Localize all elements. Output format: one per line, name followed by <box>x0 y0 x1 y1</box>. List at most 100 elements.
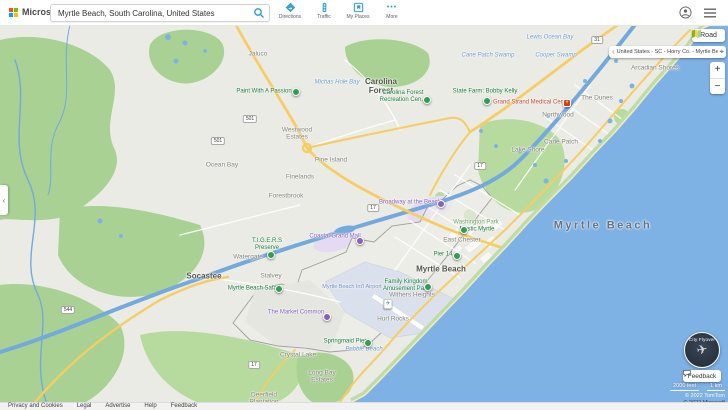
map-label: Hurl Rocks <box>377 315 409 322</box>
map-label: Arcadian Shores <box>631 64 679 71</box>
map-label: Washington Park <box>453 220 498 227</box>
directions-label: Directions <box>277 14 303 20</box>
map-style-road-button[interactable]: Road <box>692 29 725 42</box>
route-shield: 501 <box>243 115 257 123</box>
footer-link-feedback[interactable]: Feedback <box>171 403 197 410</box>
map-label: Long Bay Estates <box>308 370 335 385</box>
map-label: Pine Island <box>315 156 347 163</box>
breadcrumb-path[interactable]: United States - SC - Horry Co. - Myrtle … <box>617 49 719 55</box>
directions-icon <box>277 2 303 13</box>
search-input[interactable] <box>51 9 253 18</box>
city-flyover-badge[interactable]: City Flyover ✈ <box>684 332 720 368</box>
map-label: Grand Strand Medical Center <box>493 100 571 107</box>
breadcrumb-back-icon[interactable]: ‹ <box>612 47 615 56</box>
poi-marker-green[interactable] <box>423 96 431 104</box>
poi-marker-green[interactable] <box>292 88 300 96</box>
map-label: Stalvey <box>260 272 281 279</box>
map-label: Paint With A Passion <box>236 89 291 96</box>
map-label: Pier 14 <box>433 252 452 259</box>
poi-marker-purple[interactable] <box>323 313 331 321</box>
route-shield: 544 <box>61 306 75 314</box>
search-box[interactable] <box>50 4 270 22</box>
poi-marker-green[interactable] <box>453 252 461 260</box>
road-button-label: Road <box>700 32 717 39</box>
poi-marker-green[interactable] <box>424 283 432 291</box>
map-label: The Dunes <box>581 94 613 101</box>
airplane-icon: ✈ <box>684 340 720 360</box>
traffic-button[interactable]: Traffic <box>311 2 337 20</box>
microsoft-logo-icon <box>9 8 18 17</box>
map-label: Watergate <box>233 253 263 260</box>
zoom-control: + − <box>710 62 725 94</box>
poi-marker-green[interactable] <box>364 339 372 347</box>
map-label: Finelands <box>286 173 314 180</box>
bing-maps-page: { "topbar": { "logo_text": "Microsoft Bi… <box>0 0 728 410</box>
route-shield: 501 <box>211 137 225 145</box>
route-shield: 17 <box>474 162 486 170</box>
map-label: Lake Shore <box>511 146 544 153</box>
side-panel-toggle[interactable]: ‹ <box>0 185 8 215</box>
locate-me-icon[interactable]: ⌖ <box>719 47 724 57</box>
route-shield: 17 <box>367 204 379 212</box>
map-label: Ocean Bay <box>206 161 238 168</box>
map-label: Northwood <box>542 111 573 118</box>
footer-link-advertise[interactable]: Advertise <box>105 403 130 410</box>
more-label: More <box>379 14 405 20</box>
my-places-label: My Places <box>345 14 371 20</box>
breadcrumb[interactable]: ‹ United States - SC - Horry Co. - Myrtl… <box>609 46 726 58</box>
footer-link-help[interactable]: Help <box>144 403 156 410</box>
my-places-icon <box>345 2 371 13</box>
footer-link-privacy[interactable]: Privacy and Cookies <box>8 403 63 410</box>
road-style-icon <box>692 29 701 38</box>
map-label: Myrtle Beach Int'l Airport <box>322 284 381 290</box>
traffic-label: Traffic <box>311 14 337 20</box>
poi-marker-plane[interactable]: ✈ <box>383 299 392 309</box>
top-bar: Microsoft Bing Directions Traffic My Pla… <box>0 0 728 26</box>
speech-bubble-icon <box>683 370 691 377</box>
sign-in-icon[interactable] <box>679 6 692 19</box>
poi-marker-green[interactable] <box>267 251 275 259</box>
map-label: Withers Heights <box>389 291 435 298</box>
menu-icon[interactable] <box>704 8 716 18</box>
map-label: Forestbrook <box>269 192 304 199</box>
more-icon: ••• <box>379 2 405 13</box>
footer-link-legal[interactable]: Legal <box>77 403 92 410</box>
route-shield: 31 <box>591 36 603 44</box>
map-label: Lewis Ocean Bay <box>527 35 574 42</box>
map-label: Cane Patch <box>544 138 578 145</box>
poi-marker-green[interactable] <box>483 97 491 105</box>
map-label: Crystal Lake <box>280 351 316 358</box>
map-label: Family Kingdom Amusement Park <box>383 279 429 293</box>
map-label: Deerfield Plantation <box>250 392 279 402</box>
map-label: Jaluco <box>249 50 268 57</box>
map-canvas[interactable]: Lewis Ocean Bay Cane Patch Swamp Cooper Sw… <box>0 25 728 402</box>
map-label: Broadway at the Beach <box>379 200 441 207</box>
poi-marker-purple[interactable] <box>356 237 364 245</box>
map-label: Cane Patch Swamp <box>461 53 514 60</box>
map-label-layer: Lewis Ocean Bay Cane Patch Swamp Cooper Sw… <box>0 25 728 402</box>
map-tools: Directions Traffic My Places ••• More <box>277 2 405 20</box>
more-button[interactable]: ••• More <box>379 2 405 20</box>
map-label: T.I.G.E.R.S Preserve <box>252 238 282 252</box>
map-label: Socastee <box>186 271 221 280</box>
poi-marker-green[interactable] <box>275 285 283 293</box>
map-label: The Market Common <box>268 310 324 317</box>
poi-marker-red[interactable]: + <box>563 99 571 107</box>
zoom-in-button[interactable]: + <box>710 62 725 78</box>
map-label: Myrtle Beach <box>554 220 652 233</box>
map-label: East Chester <box>443 236 481 243</box>
feedback-button[interactable]: Feedback <box>683 370 721 382</box>
poi-marker-purple[interactable] <box>437 200 445 208</box>
map-label: Carolina Forest Recreation Cen... <box>380 90 427 104</box>
map-label: Myrtle Beach <box>416 264 466 273</box>
directions-button[interactable]: Directions <box>277 2 303 20</box>
poi-marker-green[interactable] <box>460 226 468 234</box>
route-shield: 17 <box>248 361 260 369</box>
my-places-button[interactable]: My Places <box>345 2 371 20</box>
map-label: State Farm: Bobby Kelly <box>453 89 518 96</box>
footer-bar: Privacy and Cookies Legal Advertise Help… <box>0 402 728 410</box>
search-icon[interactable] <box>253 7 265 19</box>
map-label: Cooper Swamp <box>535 53 576 60</box>
zoom-out-button[interactable]: − <box>710 79 725 95</box>
map-label: Michas Hole Bay <box>314 80 359 87</box>
